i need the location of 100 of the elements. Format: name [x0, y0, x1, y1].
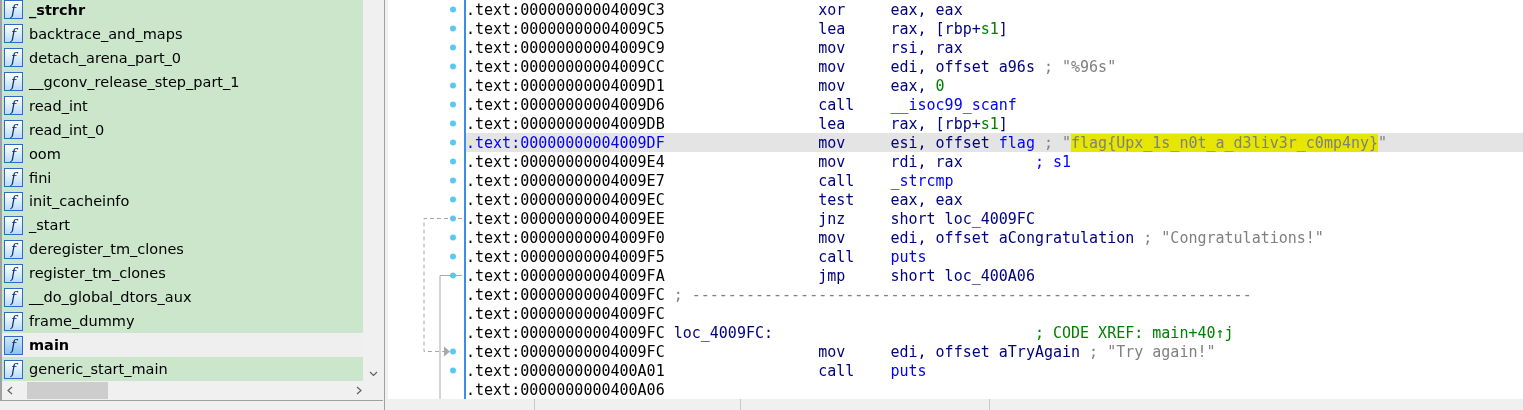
- address: .text:00000000004009C9: [466, 38, 665, 57]
- address: .text:00000000004009C5: [466, 19, 665, 38]
- code-line[interactable]: .text:00000000004009FC loc_4009FC: ; CODE XREF: main+40↑j: [466, 323, 1523, 342]
- code-line[interactable]: .text:00000000004009CC mov edi, offset a96s ; "%96s": [466, 57, 1523, 76]
- code-token: flag: [998, 133, 1035, 152]
- code-token: s1: [980, 114, 999, 133]
- function-item[interactable]: f _start: [2, 213, 363, 238]
- code-token: eax, eax: [890, 190, 963, 209]
- mnemonic: xor: [818, 0, 847, 19]
- function-item[interactable]: f read_int: [2, 93, 363, 118]
- function-item[interactable]: f detach_arena_part_0: [2, 45, 363, 70]
- mnemonic: test: [818, 190, 856, 209]
- function-name: _start: [29, 217, 71, 234]
- code-token: rsi, rax: [890, 38, 963, 57]
- function-name: oom: [29, 145, 61, 162]
- mnemonic: mov: [818, 342, 847, 361]
- code-line[interactable]: .text:00000000004009FA jmp short loc_400A06: [466, 266, 1523, 285]
- code-token: edi, offset a96s: [890, 57, 1035, 76]
- code-line[interactable]: .text:00000000004009C9 mov rsi, rax: [466, 38, 1523, 57]
- instruction-dot-icon: [450, 82, 456, 89]
- instruction-dot-icon: [450, 367, 456, 374]
- address: .text:00000000004009F0: [466, 228, 665, 247]
- instruction-dot-icon: [450, 215, 456, 222]
- code-line[interactable]: .text:00000000004009C3 xor eax, eax: [466, 0, 1523, 19]
- code-token: ; "Congratulations!": [1143, 228, 1324, 247]
- instruction-dot-icon: [450, 158, 456, 165]
- instruction-dot-icon: [450, 6, 456, 13]
- function-item[interactable]: f fini: [2, 165, 363, 190]
- code-line[interactable]: .text:0000000000400A01 call puts: [466, 361, 1523, 380]
- function-name: _strchr: [29, 1, 86, 18]
- address: .text:0000000000400A01: [466, 361, 665, 380]
- function-name: read_int_0: [29, 121, 105, 138]
- code-token: puts: [890, 361, 927, 380]
- code-token: _strcmp: [890, 171, 954, 190]
- instruction-dot-icon: [450, 139, 456, 146]
- address: .text:00000000004009E7: [466, 171, 665, 190]
- code-token: eax, eax: [890, 0, 963, 19]
- code-token: ; s1: [1034, 152, 1071, 171]
- code-token: short loc_400A06: [890, 266, 1035, 285]
- code-line[interactable]: .text:00000000004009EE jnz short loc_4009FC: [466, 209, 1523, 228]
- scroll-right-icon[interactable]: [355, 386, 363, 395]
- code-token: __isoc99_scanf: [890, 95, 1017, 114]
- function-name: read_int: [29, 97, 88, 114]
- code-line[interactable]: .text:00000000004009FC: [466, 304, 1523, 323]
- code-line[interactable]: .text:00000000004009D1 mov eax, 0: [466, 76, 1523, 95]
- function-icon: f: [4, 311, 23, 331]
- horizontal-scrollbar[interactable]: [0, 381, 383, 401]
- address: .text:00000000004009E4: [466, 152, 665, 171]
- function-item[interactable]: f read_int_0: [2, 117, 363, 142]
- mnemonic: call: [818, 171, 856, 190]
- function-name: detach_arena_part_0: [29, 49, 182, 66]
- function-item[interactable]: f __gconv_release_step_part_1: [2, 69, 363, 94]
- code-token: eax,: [890, 76, 928, 95]
- address: .text:00000000004009FA: [466, 266, 665, 285]
- code-line[interactable]: .text:00000000004009EC test eax, eax: [466, 190, 1523, 209]
- mnemonic: call: [818, 247, 856, 266]
- instruction-dot-icon: [450, 44, 456, 51]
- function-name: frame_dummy: [29, 313, 135, 330]
- scrollbar-thumb[interactable]: [27, 382, 108, 399]
- function-item[interactable]: f init_cacheinfo: [2, 189, 363, 214]
- function-icon: f: [4, 144, 23, 164]
- code-line[interactable]: .text:00000000004009D6 call __isoc99_scanf: [466, 95, 1523, 114]
- scroll-left-icon[interactable]: [6, 386, 14, 395]
- address: .text:00000000004009D6: [466, 95, 665, 114]
- code-token: ; ": [1043, 133, 1072, 152]
- instruction-dot-icon: [450, 25, 456, 32]
- instruction-dot-icon: [450, 196, 456, 203]
- address: .text:00000000004009CC: [466, 57, 665, 76]
- function-item[interactable]: f _strchr: [2, 0, 363, 22]
- code-line[interactable]: .text:00000000004009DB lea rax, [rbp+s1]: [466, 114, 1523, 133]
- instruction-dot-icon: [450, 177, 456, 184]
- function-item[interactable]: f deregister_tm_clones: [2, 237, 363, 262]
- address: .text:0000000000400A06: [466, 380, 665, 399]
- code-line[interactable]: .text:0000000000400A06: [466, 380, 1523, 399]
- code-line[interactable]: .text:00000000004009FC mov edi, offset aTryAgain ; "Try again!": [466, 342, 1523, 361]
- code-line[interactable]: .text:00000000004009FC ; --------------------------------------------------------------: [466, 285, 1523, 304]
- function-item[interactable]: f register_tm_clones: [2, 261, 363, 286]
- code-line[interactable]: .text:00000000004009F0 mov edi, offset aCongratulation ; "Congratulations!": [466, 228, 1523, 247]
- code-line[interactable]: .text:00000000004009E4 mov rdi, rax ; s1: [466, 152, 1523, 171]
- code-token: edi, offset aCongratulation: [890, 228, 1135, 247]
- function-name: generic_start_main: [29, 361, 168, 378]
- function-item[interactable]: f __do_global_dtors_aux: [2, 285, 363, 310]
- function-item[interactable]: f frame_dummy: [2, 309, 363, 334]
- scroll-down-icon[interactable]: [369, 371, 378, 377]
- mnemonic: jmp: [818, 266, 847, 285]
- function-icon: f: [4, 96, 23, 116]
- code-token: ": [1378, 133, 1388, 152]
- function-name: init_cacheinfo: [29, 193, 130, 210]
- code-line[interactable]: .text:00000000004009C5 lea rax, [rbp+s1]: [466, 19, 1523, 38]
- function-icon: f: [4, 191, 23, 211]
- function-name: register_tm_clones: [29, 265, 166, 282]
- function-item[interactable]: f generic_start_main: [2, 357, 363, 381]
- address: .text:00000000004009FC: [466, 304, 665, 323]
- function-item[interactable]: f oom: [2, 141, 363, 166]
- code-line[interactable]: .text:00000000004009F5 call puts: [466, 247, 1523, 266]
- mnemonic: mov: [818, 57, 847, 76]
- code-token: esi, offset: [890, 133, 991, 152]
- function-item[interactable]: f backtrace_and_maps: [2, 21, 363, 46]
- code-line[interactable]: .text:00000000004009E7 call _strcmp: [466, 171, 1523, 190]
- code-token: 0: [935, 76, 945, 95]
